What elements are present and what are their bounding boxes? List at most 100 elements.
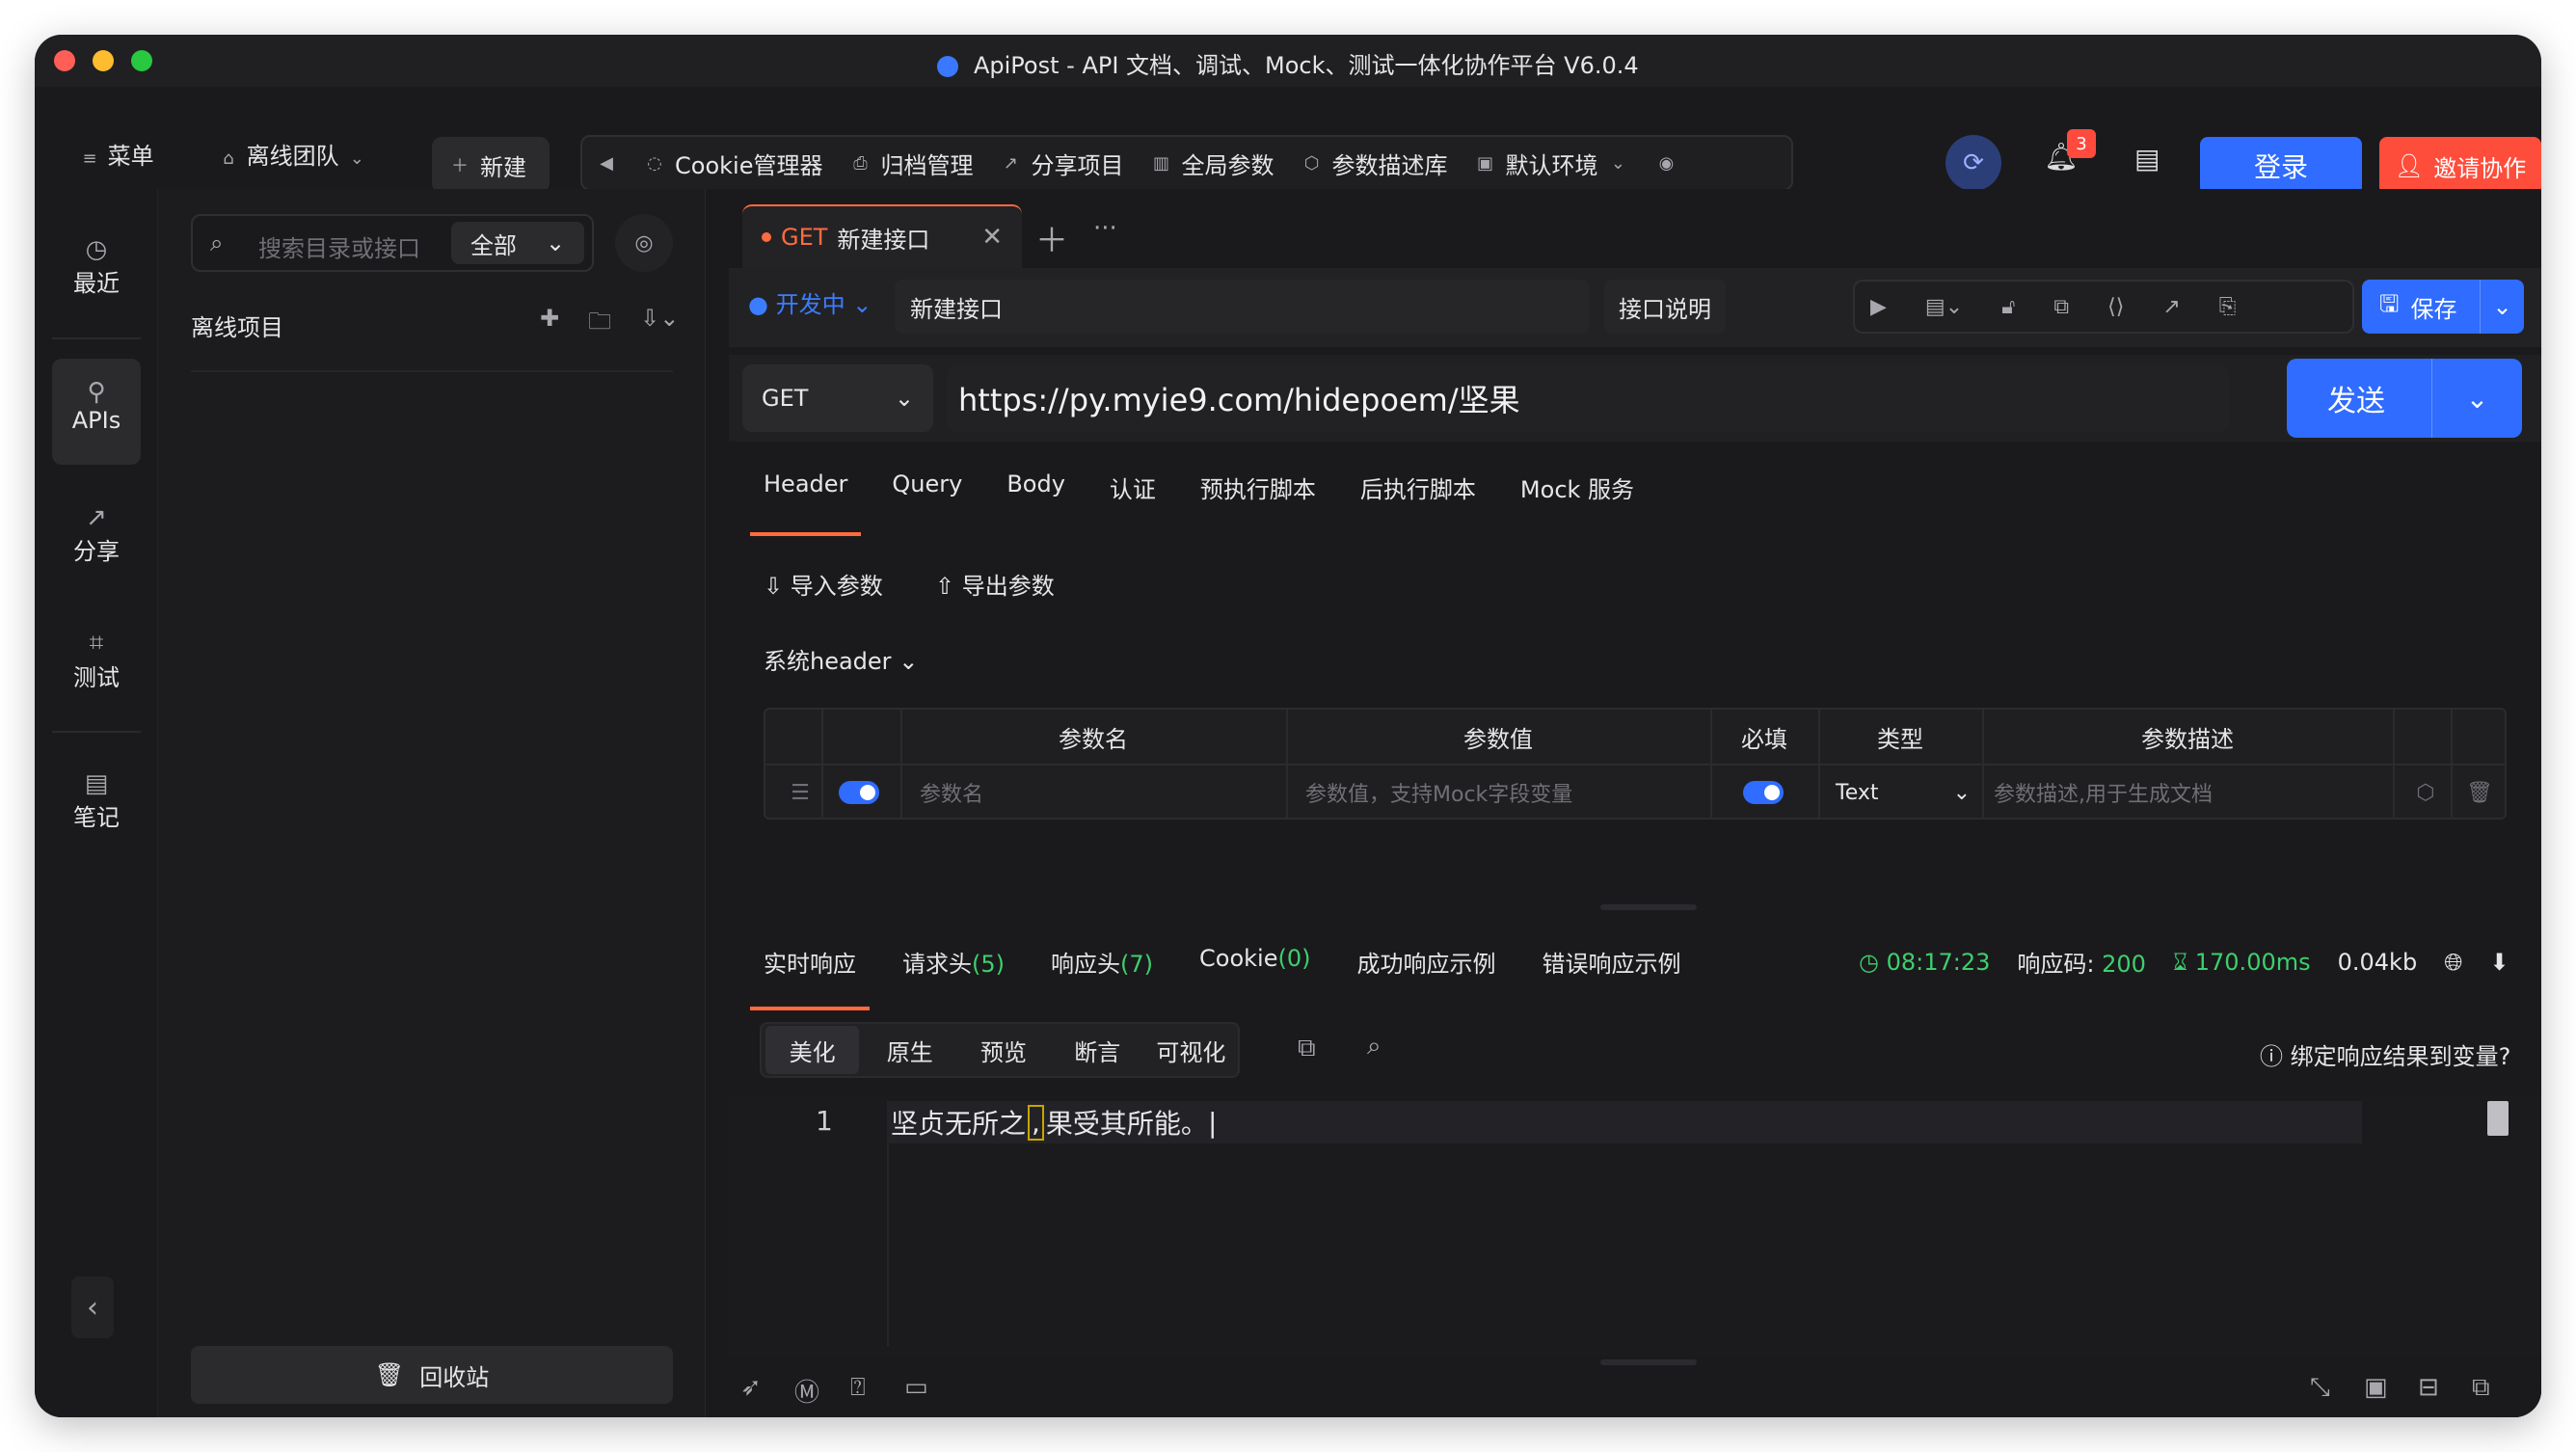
drag-handle-icon[interactable]: ☰ [779,766,821,820]
request-tab[interactable]: GET 新建接口 ✕ [742,204,1022,268]
delete-row-icon[interactable]: 🗑︎ [2458,766,2501,820]
tab-cookie[interactable]: Cookie(0) [1199,931,1310,999]
save-button[interactable]: 🖫 保存 ⌄ [2362,280,2524,334]
param-value-input[interactable]: 参数值，支持Mock字段变量 [1305,766,1701,820]
markdown-icon[interactable]: Ⓜ [794,1373,819,1409]
url-input[interactable]: https://py.myie9.com/hidepoem/坚果 [947,364,2229,432]
view-pretty[interactable]: 美化 [765,1026,860,1074]
layout-icon[interactable]: ▤⌄ [1925,295,1963,319]
api-doc-button[interactable]: 接口说明 [1604,280,1726,334]
search-input[interactable]: 搜索目录或接口 [258,229,420,263]
bind-response-variable[interactable]: ⓘ 绑定响应结果到变量? [2260,1037,2510,1071]
view-visualize[interactable]: 可视化 [1144,1034,1238,1067]
chevron-down-icon: ⌄ [545,229,566,256]
param-name-input[interactable]: 参数名 [920,766,1267,820]
send-menu-icon[interactable]: ⌄ [2431,359,2522,438]
enable-toggle[interactable] [839,766,897,820]
tab-post-script[interactable]: 后执行脚本 [1360,457,1476,524]
copy-icon[interactable]: ⧉ [2053,295,2069,319]
share-project-button[interactable]: ↗ 分享项目 [986,147,1137,180]
save-menu-icon[interactable]: ⌄ [2480,280,2524,334]
panel-resize-handle[interactable] [1600,904,1697,910]
view-assert[interactable]: 断言 [1051,1034,1144,1067]
filter-select[interactable]: 全部 ⌄ [451,222,584,264]
send-button[interactable]: 发送 ⌄ [2287,359,2522,438]
download-response-icon[interactable]: ⬇ [2489,949,2509,976]
console-icon[interactable]: ▣ [2364,1373,2388,1402]
tab-body[interactable]: Body [1006,457,1065,524]
team-selector[interactable]: ⌂ 离线团队 ⌄ [218,137,367,171]
add-api-icon[interactable]: ✚ [540,305,559,344]
help-doc-icon[interactable]: ⍰ [850,1373,866,1403]
response-editor[interactable]: 1 坚贞无所之, 果受其所能。 | [729,1095,2541,1356]
param-lib-icon[interactable]: ⬡ [2404,766,2447,820]
search-response-icon[interactable]: ⌕ [1367,1032,1382,1062]
note-icon: ▤ [2134,143,2160,175]
more-tabs-button[interactable]: ··· [1093,214,1117,243]
cookie-manager-button[interactable]: ◌ Cookie管理器 [631,147,836,180]
global-params-button[interactable]: ▥ 全局参数 [1137,147,1287,180]
lock-icon[interactable]: 🔓︎ [2001,295,2015,319]
param-library-button[interactable]: ⬡ 参数描述库 [1287,147,1461,180]
status-selector[interactable]: ● 开发中 ⌄ [748,285,872,319]
rail-item-recent[interactable]: ◷ 最近 [52,216,141,322]
invite-button[interactable]: 👤︎ 邀请协作 [2379,137,2541,195]
copy-icon[interactable]: ⧉ [2472,1373,2490,1403]
rail-item-notes[interactable]: ▤ 笔记 [52,750,141,856]
collapse-icon[interactable]: ⤡ [2310,1373,2330,1403]
globe-icon[interactable]: 🌐︎ [2444,949,2462,976]
system-header-toggle[interactable]: 系统header ⌄ [764,642,918,676]
tab-auth[interactable]: 认证 [1110,457,1156,524]
add-tab-button[interactable]: ＋ [1035,214,1068,261]
share-icon[interactable]: ↗ [2162,295,2180,319]
import-params-button[interactable]: ⇩ 导入参数 [764,567,883,601]
run-icon[interactable]: ▶ [1870,295,1887,319]
close-tab-icon[interactable]: ✕ [981,223,1003,252]
rail-item-test[interactable]: ⌗ 测试 [52,609,141,715]
import-icon[interactable]: ⇩⌄ [640,305,679,344]
tab-pre-script[interactable]: 预执行脚本 [1200,457,1316,524]
tab-live-response[interactable]: 实时响应 [750,931,870,1010]
view-raw[interactable]: 原生 [863,1034,956,1067]
window-icon[interactable]: ▭ [904,1373,928,1402]
editor-scrollbar[interactable] [2487,1101,2509,1136]
copy-response-icon[interactable]: ⧉ [1298,1034,1316,1063]
add-folder-icon[interactable]: 🗀 [588,305,611,344]
collapse-sidebar-button[interactable]: ‹ [71,1277,114,1338]
archive-button[interactable]: ⎙ 归档管理 [836,147,986,180]
view-preview[interactable]: 预览 [956,1034,1050,1067]
tab-header[interactable]: Header [749,457,862,536]
code-icon[interactable]: ⟨⟩ [2107,295,2124,319]
environment-selector[interactable]: ▣ 默认环境 ⌄ [1461,147,1642,180]
rocket-icon[interactable]: ➶ [740,1373,762,1402]
new-button[interactable]: ＋ 新建 [432,137,550,193]
environment-view-button[interactable]: ◉ [1642,152,1690,174]
required-toggle[interactable] [1743,766,1801,820]
tab-error-example[interactable]: 错误响应示例 [1542,931,1680,999]
type-select[interactable]: Text ⌄ [1836,766,1971,820]
sync-avatar[interactable]: ⟳ [1945,135,2001,191]
share-icon: ↗ [86,503,107,532]
tab-success-example[interactable]: 成功响应示例 [1356,931,1495,999]
http-method-select[interactable]: GET ⌄ [742,364,933,432]
recycle-bin-button[interactable]: 🗑︎ 回收站 [191,1346,673,1404]
notes-button[interactable]: ▤ [2134,143,2160,175]
menu-button[interactable]: ≡ 菜单 [79,137,153,171]
collapse-strip-button[interactable]: ◀ [582,152,631,174]
top-toolbar: ≡ 菜单 ⌂ 离线团队 ⌄ ＋ 新建 ◀ ◌ Cookie管理器 ⎙ 归档管理 [35,87,2541,195]
plus-icon: ＋ [451,156,469,176]
tab-mock[interactable]: Mock 服务 [1520,457,1634,524]
param-desc-input[interactable]: 参数描述,用于生成文档 [1994,766,2379,820]
tab-response-headers[interactable]: 响应头(7) [1051,931,1153,999]
tab-request-headers[interactable]: 请求头(5) [902,931,1005,999]
tab-query[interactable]: Query [892,457,962,524]
export-icon[interactable]: ⎘ [2219,295,2237,319]
request-name-input[interactable]: 新建接口 [895,280,1589,334]
login-button[interactable]: 登录 [2200,137,2362,195]
notifications-button[interactable]: 🔔︎ 3 [2044,129,2096,183]
locate-button[interactable]: ◎ [615,214,673,272]
export-params-button[interactable]: ⇧ 导出参数 [935,567,1055,601]
rail-item-apis[interactable]: ⚲ APIs [52,359,141,465]
rail-item-share[interactable]: ↗ 分享 [52,484,141,590]
layout-split-icon[interactable]: ⊟ [2418,1373,2439,1402]
